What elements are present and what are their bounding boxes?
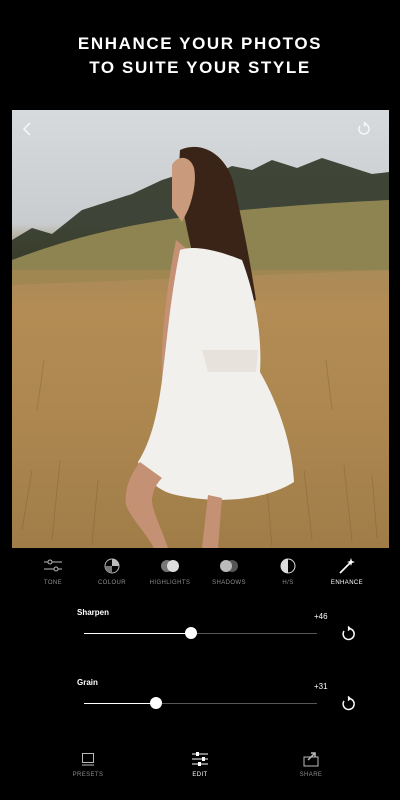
headline-line-1: ENHANCE YOUR PHOTOS	[77, 34, 323, 53]
tool-colour[interactable]: COLOUR	[81, 556, 143, 586]
tool-enhance[interactable]: ENHANCE	[316, 556, 378, 586]
tool-label: H/S	[282, 580, 294, 586]
tool-hs[interactable]: H/S	[257, 556, 319, 586]
photo-illustration	[12, 146, 389, 548]
adjustment-value: +31	[314, 682, 328, 691]
slider-track[interactable]	[84, 697, 317, 709]
adjustment-label: Grain	[77, 678, 98, 687]
half-circle-icon	[257, 556, 319, 576]
headline: ENHANCE YOUR PHOTOS TO SUITE YOUR STYLE	[0, 32, 400, 80]
edit-sliders-icon	[165, 750, 235, 768]
bottom-nav: PRESETS EDIT SHARE	[0, 750, 400, 790]
presets-icon	[53, 750, 123, 768]
nav-edit[interactable]: EDIT	[165, 750, 235, 778]
shadows-icon	[198, 556, 260, 576]
slider-track[interactable]	[84, 627, 317, 639]
tool-label: ENHANCE	[330, 580, 364, 586]
magic-wand-icon	[316, 556, 378, 576]
reset-icon[interactable]	[357, 122, 379, 144]
share-icon	[276, 750, 346, 768]
tool-shadows[interactable]: SHADOWS	[198, 556, 260, 586]
photo-preview	[12, 110, 389, 548]
slider-fill	[84, 633, 192, 634]
tool-highlights[interactable]: HIGHLIGHTS	[139, 556, 201, 586]
reset-icon[interactable]	[340, 695, 356, 712]
tool-label: SHADOWS	[212, 580, 246, 586]
chevron-left-icon[interactable]	[22, 122, 44, 144]
highlights-icon	[139, 556, 201, 576]
nav-label: SHARE	[299, 772, 323, 778]
adjustment-value: +46	[314, 612, 328, 621]
tool-tone[interactable]: TONE	[22, 556, 84, 586]
nav-share[interactable]: SHARE	[276, 750, 346, 778]
tool-label: COLOUR	[97, 580, 127, 586]
adjustment-label: Sharpen	[77, 608, 110, 617]
sliders-icon	[22, 556, 84, 576]
nav-presets[interactable]: PRESETS	[53, 750, 123, 778]
nav-label: PRESETS	[72, 772, 104, 778]
nav-label: EDIT	[192, 772, 208, 778]
tool-bar: TONE COLOUR HIGHLIGHTS SHADOWS H/S ENHAN…	[0, 556, 400, 592]
adjustment-grain: Grain +31	[0, 678, 400, 718]
tool-label: HIGHLIGHTS	[149, 580, 191, 586]
slider-fill	[84, 703, 157, 704]
color-wheel-icon	[81, 556, 143, 576]
tool-label: TONE	[43, 580, 63, 586]
slider-knob[interactable]	[150, 697, 163, 709]
adjustment-sharpen: Sharpen +46	[0, 608, 400, 648]
slider-knob[interactable]	[185, 627, 198, 639]
reset-icon[interactable]	[340, 625, 356, 642]
headline-line-2: TO SUITE YOUR STYLE	[89, 58, 311, 77]
